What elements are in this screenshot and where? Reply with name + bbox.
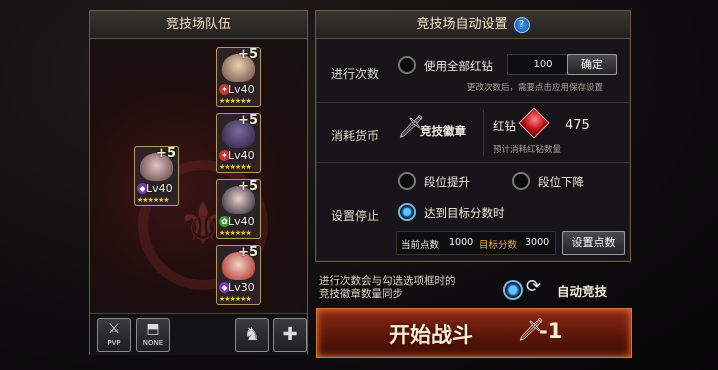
currency-label: 消耗货币 (330, 129, 379, 143)
auto-settings-panel: 竞技场自动设置? 进行次数 使用全部红钻 100 确定 更改次数后，需要点击应用… (315, 10, 631, 262)
set-points-button[interactable]: 设置点数 (562, 231, 625, 255)
count-row: 进行次数 使用全部红钻 100 确定 更改次数后，需要点击应用保存设置 (317, 40, 629, 103)
settings-title-bar: 竞技场自动设置? (316, 11, 630, 39)
hero-plus-level: +5 (156, 146, 176, 161)
sync-note: 进行次数会与勾选选项框时的 竞技徽章数量同步 (319, 275, 456, 301)
pvp-icon: ⚔ (107, 321, 121, 337)
use-all-gems-label: 使用全部红钻 (424, 59, 493, 73)
currency-row: 消耗货币 🗡 竞技徽章 红钻 475 预计消耗红钻数量 (317, 103, 629, 163)
sync-note-line2: 竞技徽章数量同步 (319, 288, 403, 300)
pvp-label: PVP (107, 339, 121, 347)
hero-card[interactable]: +5 ◆ Lv40 ★★★★★★ (134, 146, 179, 206)
none-button[interactable]: ⬒ NONE (136, 318, 170, 352)
hero-plus-level: +5 (238, 113, 258, 128)
none-label: NONE (142, 339, 164, 347)
use-all-gems-radio[interactable] (398, 56, 416, 74)
target-score-radio[interactable] (398, 203, 416, 221)
arena-screen: 竞技场队伍 ⚜ +5 ✦ Lv40 ★★★★★★ +5 ✦ Lv40 ★★★★★… (0, 0, 718, 370)
auto-arena-label: 自动竞技 (557, 284, 608, 299)
battle-cost: -1 (539, 319, 563, 343)
hero-level: Lv40 (228, 83, 255, 96)
stop-row: 设置停止 段位提升 段位下降 达到目标分数时 当前点数 1000 目标分数 30… (317, 163, 629, 262)
rank-down-radio[interactable] (512, 172, 530, 190)
help-icon[interactable]: ? (513, 16, 530, 33)
hero-stars: ★★★★★★ (137, 196, 170, 204)
hero-level: Lv40 (228, 149, 255, 162)
hero-stars: ★★★★★★ (219, 295, 252, 303)
rank-up-label: 段位提升 (424, 175, 470, 189)
add-hero-button[interactable]: ✚ (273, 318, 307, 352)
target-score-label: 达到目标分数时 (424, 206, 505, 220)
hero-plus-level: +5 (238, 245, 258, 260)
settings-title: 竞技场自动设置 (416, 17, 508, 32)
start-battle-button[interactable]: 开始战斗 🗡 -1 (316, 308, 632, 358)
count-note: 更改次数后，需要点击应用保存设置 (467, 83, 604, 93)
team-panel-title: 竞技场队伍 (90, 11, 307, 39)
pvp-button[interactable]: ⚔ PVP (97, 318, 131, 352)
current-points-label: 当前点数 (401, 240, 440, 251)
gem-note: 预计消耗红钻数量 (493, 145, 562, 155)
team-formation-area: ⚜ +5 ✦ Lv40 ★★★★★★ +5 ✦ Lv40 ★★★★★★ +5 ✿… (90, 40, 307, 312)
repeat-icon: ⟳ (526, 276, 542, 297)
score-display: 当前点数 1000 目标分数 3000 (396, 231, 556, 255)
current-points-value: 1000 (449, 237, 474, 248)
team-edit-icon: ♞ (243, 324, 261, 345)
hero-level: Lv40 (146, 182, 173, 195)
auto-arena-radio[interactable] (503, 280, 523, 300)
hero-card[interactable]: +5 ✦ Lv40 ★★★★★★ (216, 47, 261, 107)
hero-stars: ★★★★★★ (219, 229, 252, 237)
add-hero-icon: ✚ (282, 324, 298, 345)
target-score-field-label: 目标分数 (479, 240, 518, 251)
sync-note-line1: 进行次数会与勾选选项框时的 (319, 275, 456, 287)
hero-card[interactable]: +5 ✦ Lv40 ★★★★★★ (216, 113, 261, 173)
rank-down-label: 段位下降 (538, 175, 584, 189)
target-score-value: 3000 (525, 237, 550, 248)
stop-label: 设置停止 (330, 209, 379, 223)
red-gem-icon (518, 107, 550, 139)
hero-plus-level: +5 (238, 179, 258, 194)
gem-label: 红钻 (493, 119, 516, 133)
start-battle-label: 开始战斗 (389, 323, 473, 347)
hero-card[interactable]: +5 ◆ Lv30 ★★★★★★ (216, 245, 261, 305)
hero-stars: ★★★★★★ (219, 97, 252, 105)
hero-level: Lv30 (228, 281, 255, 294)
hero-card[interactable]: +5 ✿ Lv40 ★★★★★★ (216, 179, 261, 239)
formation-icon: ⬒ (146, 321, 160, 337)
hero-plus-level: +5 (238, 47, 258, 62)
count-label: 进行次数 (330, 67, 379, 81)
hero-stars: ★★★★★★ (219, 163, 252, 171)
team-toolbar: ⚔ PVP ⬒ NONE ♞ ✚ (90, 313, 307, 355)
hero-level: Lv40 (228, 215, 255, 228)
team-edit-button[interactable]: ♞ (235, 318, 269, 352)
currency-item: 竞技徽章 (420, 124, 466, 138)
rank-up-radio[interactable] (398, 172, 416, 190)
gem-value: 475 (565, 118, 590, 133)
arena-team-panel: 竞技场队伍 ⚜ +5 ✦ Lv40 ★★★★★★ +5 ✦ Lv40 ★★★★★… (89, 10, 308, 355)
currency-divider (483, 110, 484, 156)
confirm-button[interactable]: 确定 (567, 54, 617, 75)
